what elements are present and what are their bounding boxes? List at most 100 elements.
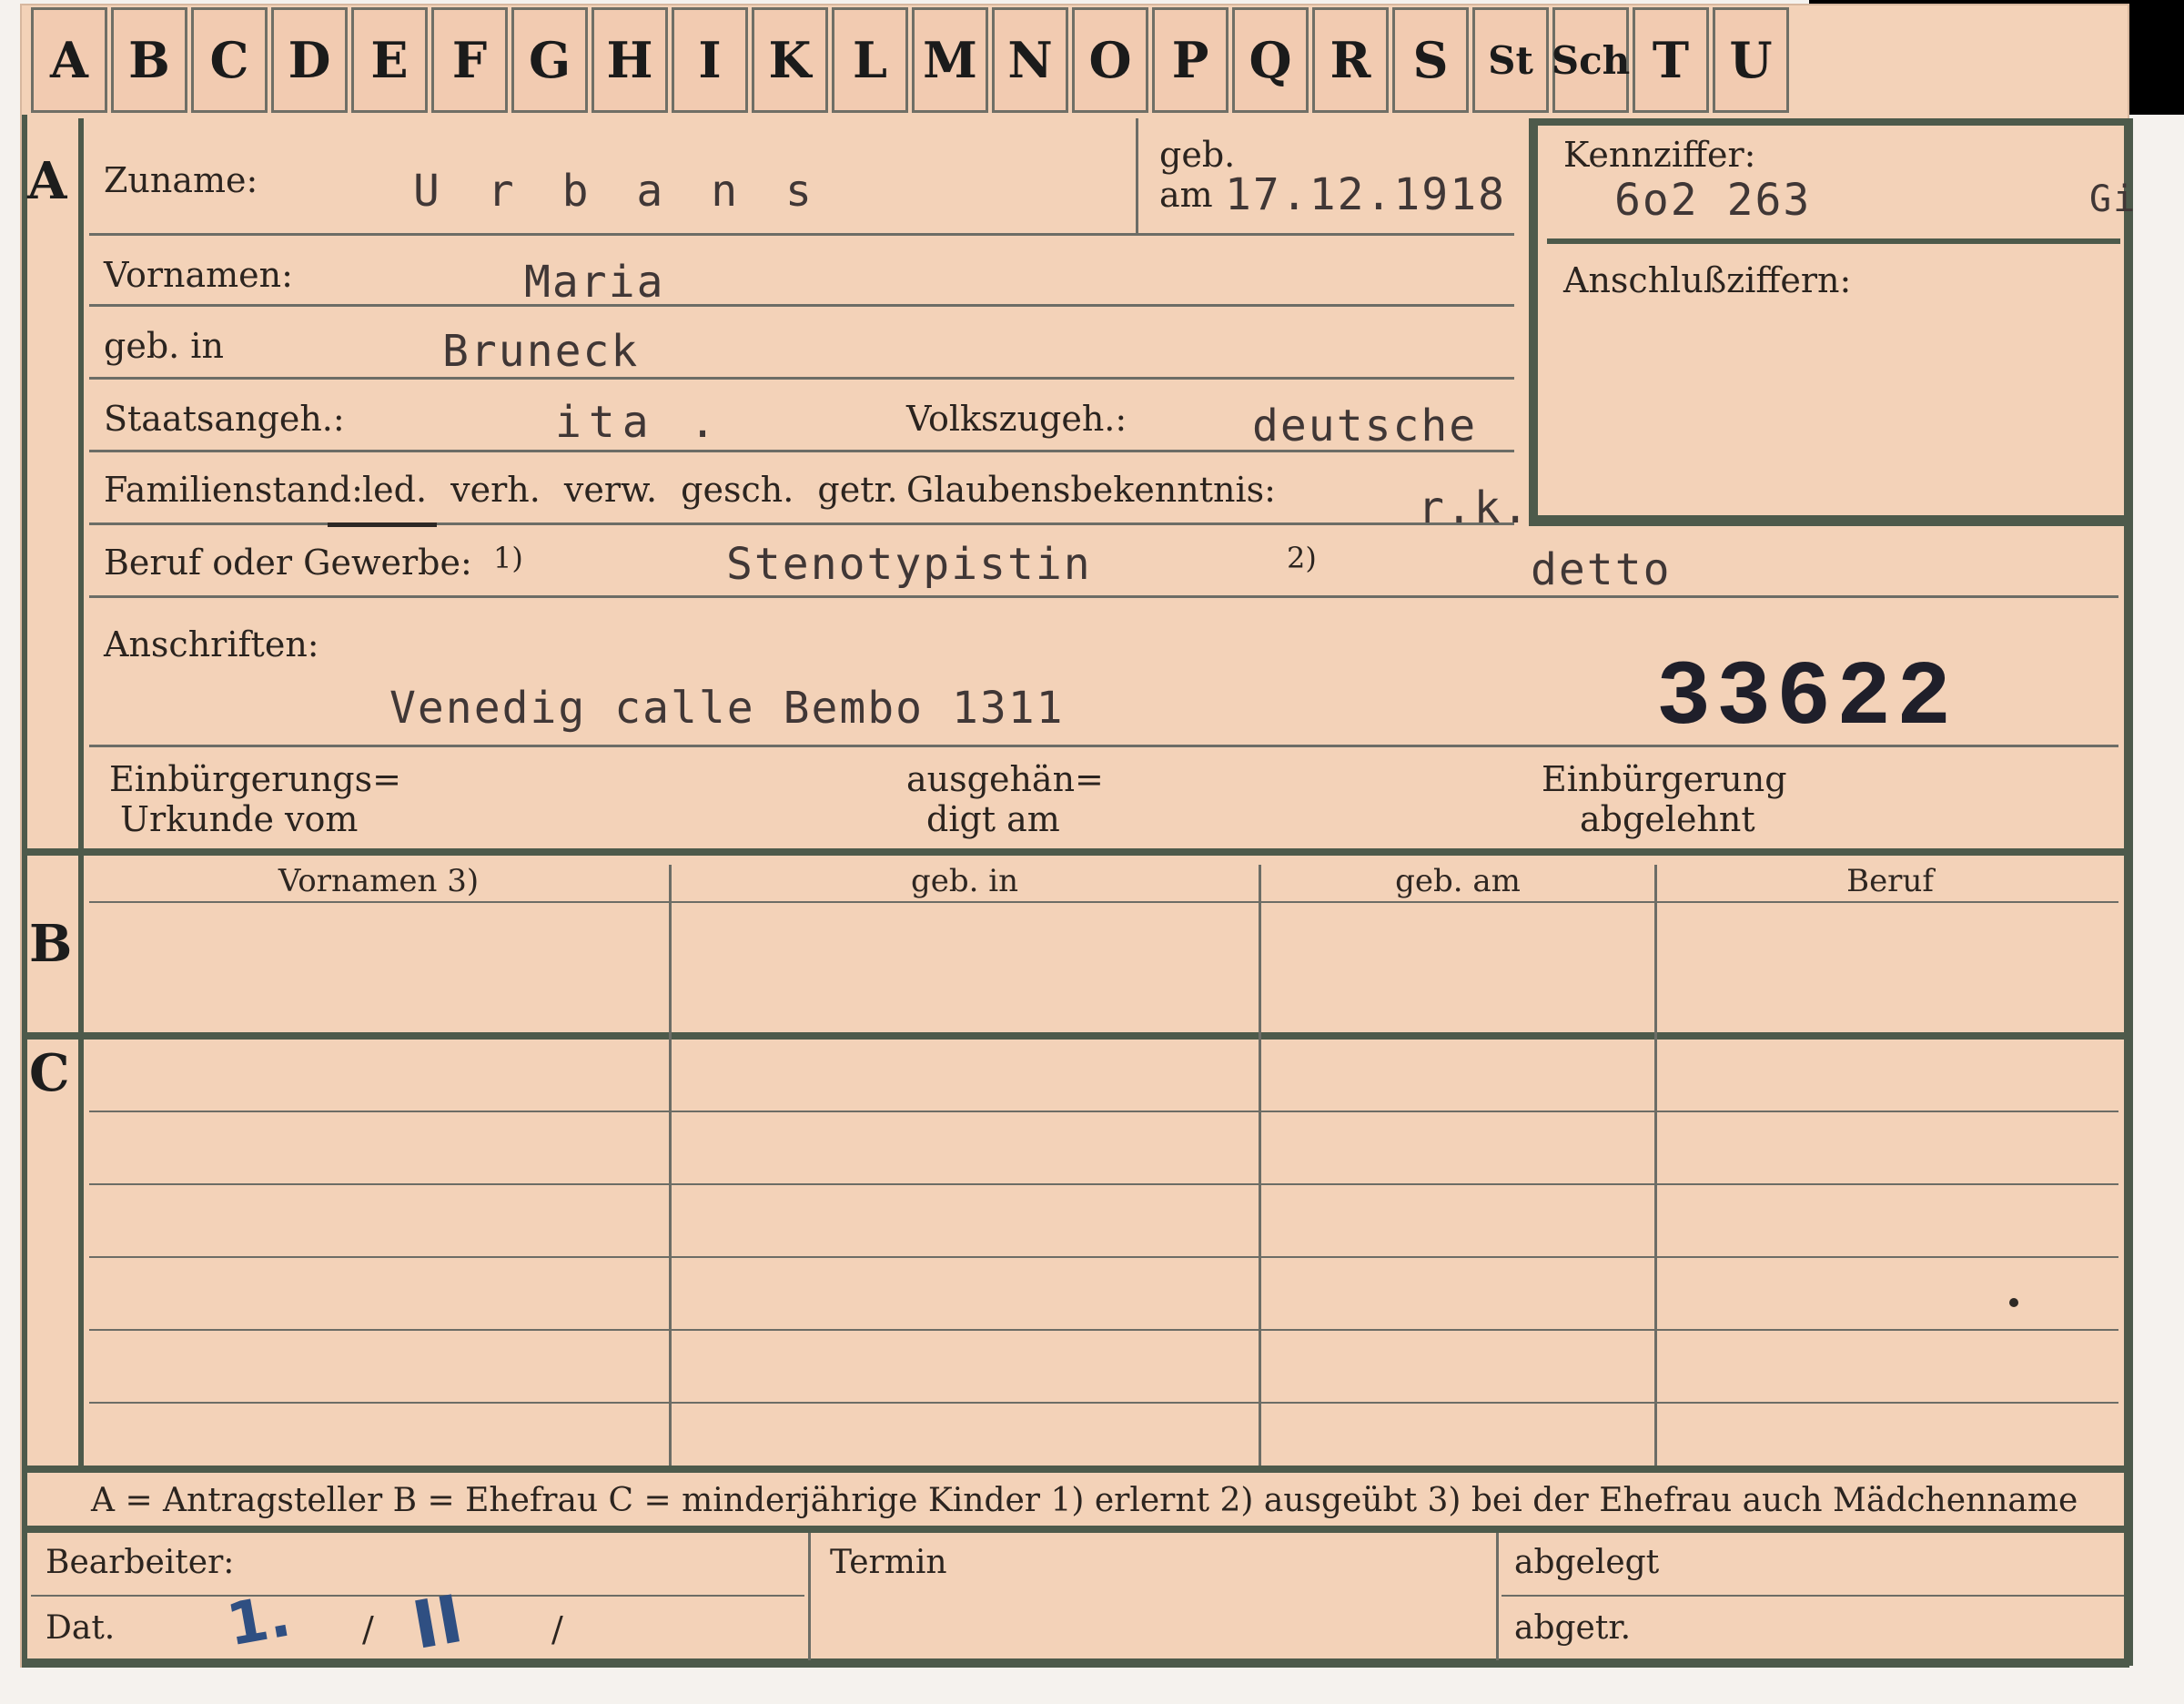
alphabet-tab[interactable]: B [111,7,187,113]
alphabet-tab[interactable]: F [431,7,508,113]
kennziffer-box-left [1529,118,1538,526]
alphabet-tab[interactable]: P [1152,7,1228,113]
alphabet-tab[interactable]: T [1633,7,1709,113]
beruf-label: Beruf oder Gewerbe: [104,543,472,583]
einb-urkunde-label-2: Urkunde vom [120,799,359,839]
alphabet-tab[interactable]: U [1713,7,1789,113]
legend-text: A = Antragsteller B = Ehefrau C = minder… [91,1482,2078,1519]
abgelegt-label: abgelegt [1514,1544,1660,1581]
dat-label: Dat. [46,1609,116,1647]
line-gebin [89,377,1514,380]
bearbeiter-label: Bearbeiter: [46,1544,235,1581]
alphabet-tab[interactable]: D [271,7,348,113]
geb-label: geb. [1159,135,1236,175]
beruf-note-1: 1) [493,541,523,575]
line-legend-end [22,1526,2129,1533]
right-border [2124,118,2133,1666]
glaube-label: Glaubensbekenntnis: [906,470,1276,510]
kennziffer-box-bottom [1529,515,2124,526]
left-inner-border-b [78,856,84,1034]
kennziffer-box-top [1529,118,2124,126]
staat-label: Staatsangeh.: [104,399,345,439]
alphabet-tab[interactable]: G [511,7,588,113]
alphabet-tab[interactable]: R [1312,7,1389,113]
zuname-label: Zuname: [104,160,258,200]
c-row-line-5 [89,1402,2118,1404]
beruf-value-2: detto [1531,544,1672,595]
alphabet-tab[interactable]: I [672,7,748,113]
alphabet-tab[interactable]: Q [1232,7,1309,113]
alphabet-tab[interactable]: M [912,7,988,113]
alphabet-tab[interactable]: S [1392,7,1469,113]
ausgehaendigt-label-1: ausgehän= [906,759,1104,799]
b-header-line [89,901,2118,903]
c-row-line-2 [89,1183,2118,1185]
volk-value: deutsche [1252,401,1478,451]
termin-label: Termin [830,1544,947,1581]
dat-separator-1: / [362,1609,374,1649]
c-row-line-3 [89,1256,2118,1258]
geb-date: 17.12.1918 [1225,169,1506,220]
stamp-number: 33622 [1656,648,1957,751]
line-familien [89,522,1514,525]
gebin-label: geb. in [104,326,224,366]
left-inner-border-c [78,1040,84,1467]
line-card-bottom [22,1658,2129,1668]
alphabet-tab[interactable]: O [1072,7,1148,113]
line-section-c-end [22,1466,2129,1473]
alphabet-tab[interactable]: E [351,7,428,113]
beruf-note-2: 2) [1287,541,1317,575]
col-divider-3 [1654,865,1657,1466]
col-divider-1 [669,865,672,1466]
bottom-divider-1 [808,1533,811,1660]
alphabet-tab[interactable]: N [992,7,1068,113]
c-row-line-4 [89,1329,2118,1331]
line-beruf [89,595,2118,598]
alphabet-tab[interactable]: A [31,7,107,113]
geb-divider [1136,118,1138,233]
alphabet-tab[interactable]: L [832,7,908,113]
einb-abgelehnt-label-1: Einbürgerung [1542,759,1787,799]
section-a-label: A [27,151,67,211]
kennziffer-suffix: Gi [2089,178,2138,220]
familien-options: led. verh. verw. gesch. getr. [362,470,898,510]
col-header-beruf: Beruf [1846,863,1934,899]
col-header-gebin: geb. in [910,863,1019,899]
zuname-value: U r b a n s [413,166,823,217]
einb-urkunde-label-1: Einbürgerungs= [109,759,401,799]
volk-label: Volkszugeh.: [906,399,1127,439]
gebin-value: Bruneck [442,326,640,377]
alphabet-tab[interactable]: H [592,7,668,113]
vornamen-label: Vornamen: [104,255,293,295]
bottom-divider-2 [1496,1533,1499,1660]
anschriften-label: Anschriften: [104,624,319,664]
kennziffer-label: Kennziffer: [1563,135,1756,175]
am-label: am [1159,175,1213,215]
beruf-value: Stenotypistin [726,539,1092,590]
dat-separator-2: / [551,1609,563,1649]
ink-spot [2009,1298,2018,1307]
bottom-mid-line-right [1502,1595,2124,1597]
section-c-label: C [29,1043,70,1103]
line-section-b-end [22,1032,2129,1040]
c-row-line-1 [89,1111,2118,1112]
dat-day-handwritten: 1. [222,1582,296,1660]
kennziffer-box-mid [1547,238,2120,244]
kennziffer-value: 6o2 263 [1614,175,1812,226]
alphabet-tab[interactable]: St [1472,7,1549,113]
alphabet-tabs: A B C D E F G H I K L M N O P Q R S St Sch T U [31,7,1807,113]
vornamen-value: Maria [524,257,665,308]
alphabet-tab[interactable]: C [191,7,268,113]
ausgehaendigt-label-2: digt am [926,799,1060,839]
col-header-gebam: geb. am [1395,863,1521,899]
alphabet-tab[interactable]: Sch [1552,7,1630,113]
col-divider-2 [1259,865,1261,1466]
alphabet-tab[interactable]: K [752,7,828,113]
col-header-vornamen: Vornamen 3) [278,863,480,899]
line-zuname [89,233,1514,236]
anschriften-value: Venedig calle Bembo 1311 [389,683,1065,734]
line-vornamen [89,304,1514,307]
glaube-value: r.k. [1418,482,1531,533]
familien-ledig-underline [328,522,437,527]
anschluss-label: Anschlußziffern: [1563,260,1852,300]
